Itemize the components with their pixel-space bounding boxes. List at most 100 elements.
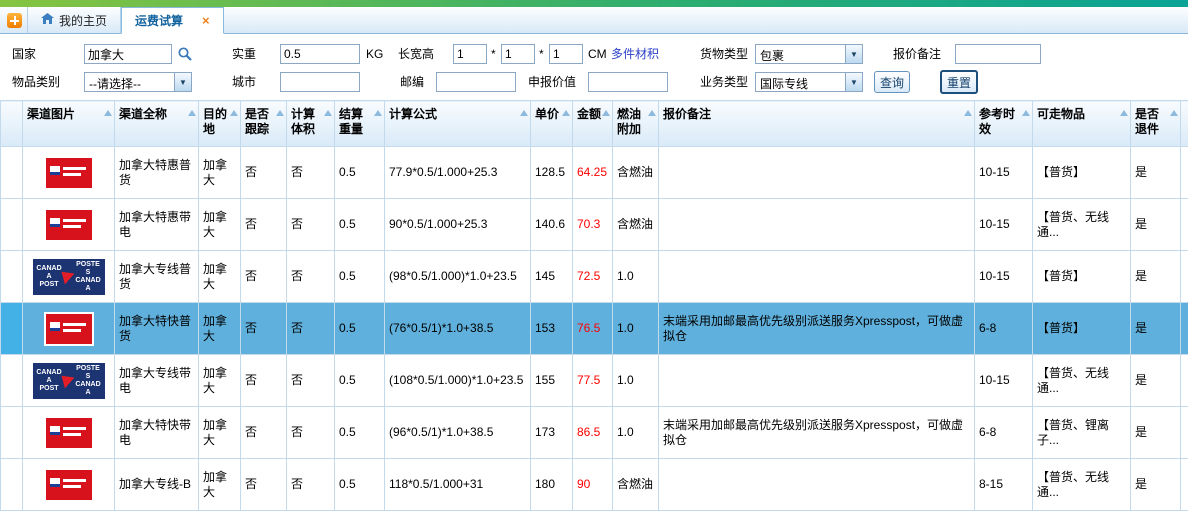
col-header-time[interactable]: 参考时效 xyxy=(975,101,1033,147)
sort-icon[interactable] xyxy=(1120,110,1128,116)
cell-dest: 加拿大 xyxy=(199,355,241,407)
sort-icon[interactable] xyxy=(374,110,382,116)
col-header-returnable[interactable]: 是否退件 xyxy=(1131,101,1181,147)
logo-text-right: POSTESCANADA xyxy=(75,261,102,293)
col-header-label: 结算重量 xyxy=(339,107,363,136)
multi-volume-link[interactable]: 多件材积 xyxy=(611,44,659,64)
cell-returnable: 是 xyxy=(1131,407,1181,459)
sort-icon[interactable] xyxy=(602,110,610,116)
cell-dest: 加拿大 xyxy=(199,251,241,303)
red-channel-logo xyxy=(46,158,92,188)
cell-amount: 72.5 xyxy=(573,251,613,303)
tab-close-icon[interactable]: × xyxy=(202,14,210,27)
sort-icon[interactable] xyxy=(1022,110,1030,116)
logo-line xyxy=(63,225,81,228)
sort-icon[interactable] xyxy=(648,110,656,116)
sort-icon[interactable] xyxy=(230,110,238,116)
cell-dest: 加拿大 xyxy=(199,407,241,459)
cell-logo: CANADAPOSTPOSTESCANADA xyxy=(23,355,115,407)
weight-unit-label: KG xyxy=(366,44,383,64)
cell-price: 145 xyxy=(531,251,573,303)
sort-icon[interactable] xyxy=(964,110,972,116)
cell-price: 140.6 xyxy=(531,199,573,251)
country-input[interactable] xyxy=(84,44,172,64)
sort-icon[interactable] xyxy=(188,110,196,116)
postcode-label: 邮编 xyxy=(400,72,424,92)
channel-logo xyxy=(44,312,94,346)
city-input[interactable] xyxy=(280,72,360,92)
postcode-input[interactable] xyxy=(436,72,516,92)
table-row[interactable]: CANADAPOSTPOSTESCANADA加拿大专线带电加拿大否否0.5(10… xyxy=(1,355,1188,407)
app-menu-icon[interactable] xyxy=(7,13,22,28)
tab-home[interactable]: 我的主页 xyxy=(27,7,121,33)
cell-goods: 【普货】 xyxy=(1033,147,1131,199)
cell-dest: 加拿大 xyxy=(199,199,241,251)
table-row[interactable]: 加拿大特快普货加拿大否否0.5(76*0.5/1)*1.0+38.515376.… xyxy=(1,303,1188,355)
search-form: 国家 实重 KG 长宽高 * * CM 多件材积 货物类型 包裹 ▼ 报价备注 … xyxy=(0,34,1188,100)
sort-icon[interactable] xyxy=(104,110,112,116)
col-header-goods[interactable]: 可走物品 xyxy=(1033,101,1131,147)
dim-length-input[interactable] xyxy=(453,44,487,64)
cell-remark xyxy=(659,251,975,303)
item-category-select[interactable]: --请选择-- ▼ xyxy=(84,72,192,92)
col-header-logo[interactable]: 渠道图片 xyxy=(23,101,115,147)
col-header-amount[interactable]: 金额 xyxy=(573,101,613,147)
logo-emblem xyxy=(50,322,60,331)
cell-volume: 否 xyxy=(287,147,335,199)
table-row[interactable]: 加拿大专线-B加拿大否否0.5118*0.5/1.000+3118090含燃油8… xyxy=(1,459,1188,511)
logo-emblem xyxy=(50,478,60,487)
logo-line xyxy=(63,173,81,176)
cell-time: 10-15 xyxy=(975,355,1033,407)
col-header-label: 目的地 xyxy=(203,107,227,136)
cell-weight: 0.5 xyxy=(335,199,385,251)
cell-volume: 否 xyxy=(287,459,335,511)
sort-icon[interactable] xyxy=(276,110,284,116)
sort-icon[interactable] xyxy=(324,110,332,116)
cell-name: 加拿大专线带电 xyxy=(115,355,199,407)
weight-input[interactable] xyxy=(280,44,360,64)
country-label: 国家 xyxy=(12,44,36,64)
row-marker xyxy=(1,459,23,511)
cell-remark xyxy=(659,355,975,407)
col-header-fuel[interactable]: 燃油附加 xyxy=(613,101,659,147)
reset-button[interactable]: 重置 xyxy=(940,70,978,94)
cargo-type-select[interactable]: 包裹 ▼ xyxy=(755,44,863,64)
col-header-remark[interactable]: 报价备注 xyxy=(659,101,975,147)
table-row[interactable]: 加拿大特惠普货加拿大否否0.577.9*0.5/1.000+25.3128.56… xyxy=(1,147,1188,199)
col-header-dest[interactable]: 目的地 xyxy=(199,101,241,147)
channel-logo xyxy=(44,416,94,450)
col-header-price[interactable]: 单价 xyxy=(531,101,573,147)
top-banner-strip xyxy=(0,0,1188,7)
col-header-volume[interactable]: 计算体积 xyxy=(287,101,335,147)
sort-icon[interactable] xyxy=(1170,110,1178,116)
col-header-name[interactable]: 渠道全称 xyxy=(115,101,199,147)
country-search-icon[interactable] xyxy=(177,46,193,62)
sort-icon[interactable] xyxy=(520,110,528,116)
logo-text-right: POSTESCANADA xyxy=(75,365,102,397)
tab-freight-calc[interactable]: 运费试算 × xyxy=(121,7,224,34)
logo-emblem xyxy=(50,426,60,435)
cell-volume: 否 xyxy=(287,355,335,407)
business-type-select[interactable]: 国际专线 ▼ xyxy=(755,72,863,92)
cell-fuel: 1.0 xyxy=(613,407,659,459)
cell-name: 加拿大专线普货 xyxy=(115,251,199,303)
table-row[interactable]: CANADAPOSTPOSTESCANADA加拿大专线普货加拿大否否0.5(98… xyxy=(1,251,1188,303)
dim-height-input[interactable] xyxy=(549,44,583,64)
cell-logo xyxy=(23,199,115,251)
table-row[interactable]: 加拿大特惠带电加拿大否否0.590*0.5/1.000+25.3140.670.… xyxy=(1,199,1188,251)
dim-width-input[interactable] xyxy=(501,44,535,64)
logo-line xyxy=(63,167,86,170)
quote-remark-input[interactable] xyxy=(955,44,1041,64)
col-header-formula[interactable]: 计算公式 xyxy=(385,101,531,147)
declared-value-input[interactable] xyxy=(588,72,668,92)
query-button[interactable]: 查询 xyxy=(874,71,910,93)
cell-price: 128.5 xyxy=(531,147,573,199)
cell-weight: 0.5 xyxy=(335,407,385,459)
cell-amount: 70.3 xyxy=(573,199,613,251)
col-header-weight[interactable]: 结算重量 xyxy=(335,101,385,147)
cell-returnable: 是 xyxy=(1131,199,1181,251)
col-header-track[interactable]: 是否跟踪 xyxy=(241,101,287,147)
sort-icon[interactable] xyxy=(562,110,570,116)
table-row[interactable]: 加拿大特快带电加拿大否否0.5(96*0.5/1)*1.0+38.517386.… xyxy=(1,407,1188,459)
cell-price: 180 xyxy=(531,459,573,511)
